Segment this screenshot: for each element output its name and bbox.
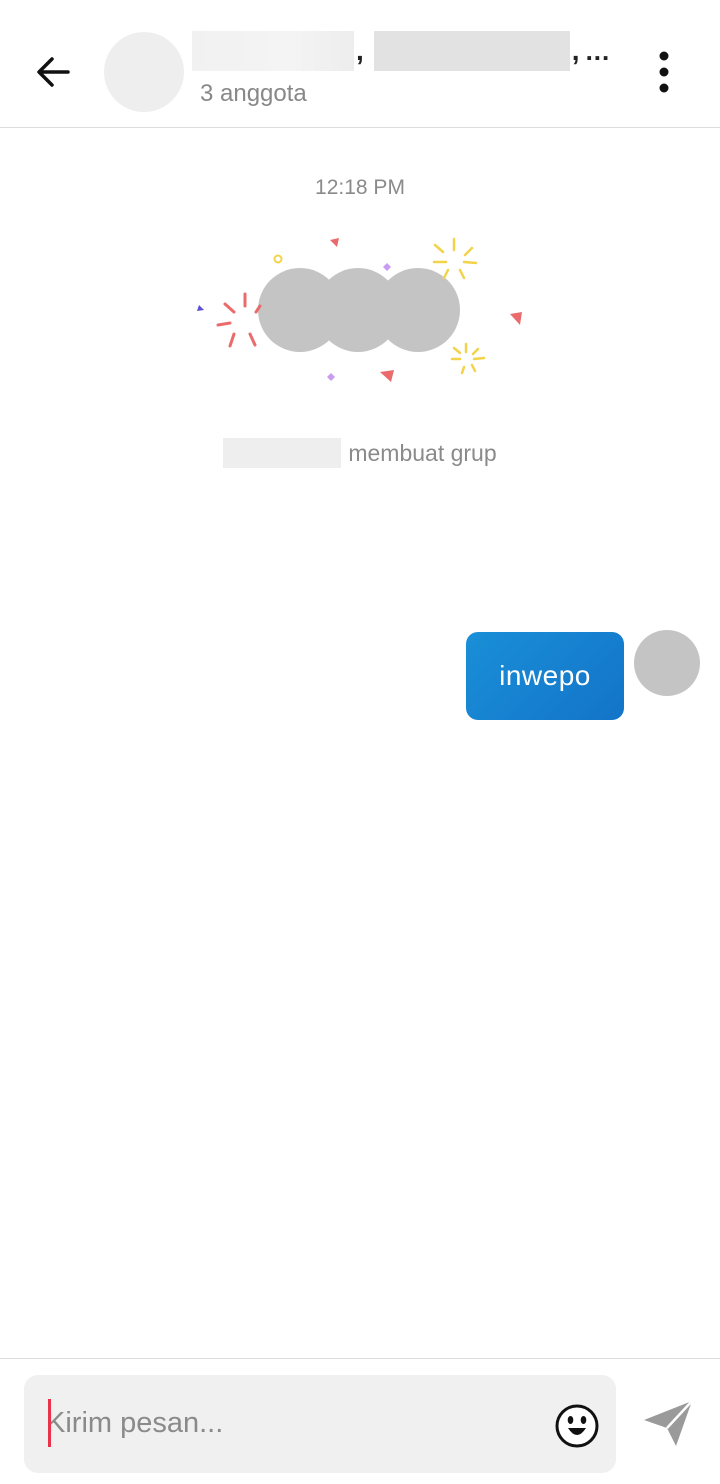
title-overflow: ... [585, 35, 611, 66]
chat-header: , , ... 3 anggota [0, 0, 720, 128]
group-created-illustration [197, 237, 522, 382]
title-separator: , [571, 35, 580, 66]
arrow-left-icon [37, 57, 70, 87]
more-vertical-icon [659, 51, 669, 93]
message-input-container[interactable] [24, 1375, 616, 1473]
redacted-creator-name [223, 438, 342, 468]
send-button[interactable] [636, 1394, 700, 1454]
message-timestamp: 12:18 PM [315, 176, 405, 199]
more-options-button[interactable] [640, 44, 688, 100]
group-title[interactable]: , , ... [192, 30, 632, 72]
emoji-button[interactable] [554, 1403, 600, 1449]
message-input[interactable] [46, 1393, 546, 1453]
group-avatar[interactable] [104, 32, 184, 112]
emoji-icon [555, 1404, 599, 1448]
member-count: 3 anggota [200, 80, 307, 107]
back-button[interactable] [22, 40, 86, 104]
chat-screen: , , ... 3 anggota 12:18 PM membuat grup … [0, 0, 720, 1484]
title-separator: , [356, 35, 364, 66]
redacted-member-name [192, 31, 354, 71]
send-icon [644, 1400, 693, 1446]
member-avatar [376, 268, 460, 352]
system-message-text: membuat grup [348, 439, 497, 466]
message-composer [0, 1358, 720, 1484]
redacted-member-name [373, 31, 570, 71]
text-caret [48, 1399, 51, 1447]
outgoing-message-bubble[interactable]: inwepo [466, 632, 624, 720]
sender-avatar[interactable] [634, 630, 700, 696]
group-created-notice: membuat grup [0, 436, 720, 470]
